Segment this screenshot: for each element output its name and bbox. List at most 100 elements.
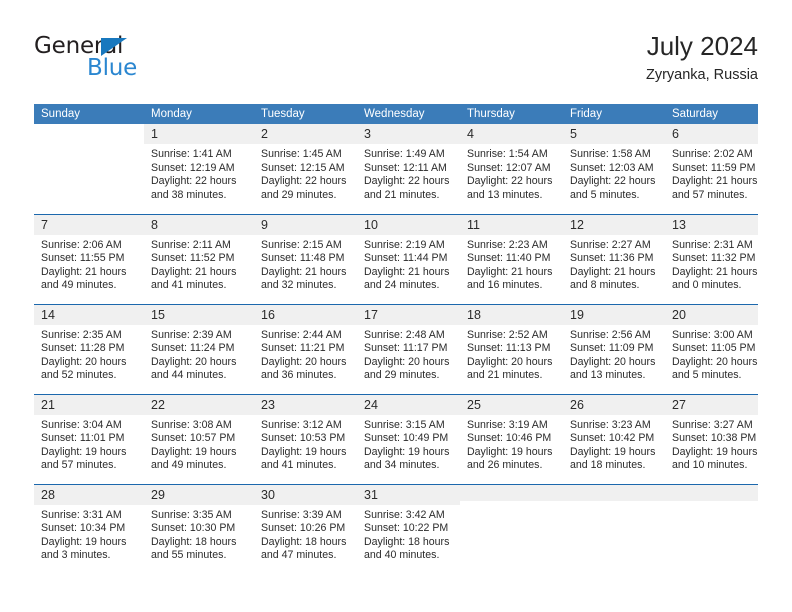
calendar-cell-day-10[interactable]: 10 Sunrise: 2:19 AM Sunset: 11:44 PM Daylig…	[357, 213, 460, 304]
day-number: 22	[144, 394, 254, 415]
day-details: Sunrise: 3:27 AM Sunset: 10:38 PM Daylight…	[665, 415, 758, 473]
sunrise-text: Sunrise: 1:41 AM	[151, 148, 232, 160]
sunrise-text: Sunrise: 3:08 AM	[151, 418, 232, 431]
calendar-cell-day-9[interactable]: 9 Sunrise: 2:15 AM Sunset: 11:48 PM Dayligh…	[254, 213, 357, 304]
calendar-body: 1 Sunrise: 1:41 AM Sunset: 12:19 AM Dayligh…	[34, 124, 758, 574]
calendar-cell-day-31[interactable]: 31 Sunrise: 3:42 AM Sunset: 10:22 PM Daylig…	[357, 483, 460, 574]
daylight-text-line2: and 10 minutes.	[672, 459, 748, 472]
calendar-table: Sunday Monday Tuesday Wednesday Thursday…	[34, 104, 758, 574]
day-number: 13	[665, 214, 758, 235]
day-details: Sunrise: 3:19 AM Sunset: 10:46 PM Daylight…	[460, 415, 563, 473]
calendar-cell-day-15[interactable]: 15 Sunrise: 2:39 AM Sunset: 11:24 PM Daylig…	[144, 303, 254, 394]
day-details: Sunrise: 2:15 AM Sunset: 11:48 PM Daylight…	[254, 235, 357, 293]
calendar-cell-day-17[interactable]: 17 Sunrise: 2:48 AM Sunset: 11:17 PM Daylig…	[357, 303, 460, 394]
sunrise-text: Sunrise: 3:04 AM	[41, 418, 122, 431]
day-details: Sunrise: 1:45 AM Sunset: 12:15 AM Daylight…	[254, 144, 357, 202]
calendar-cell-day-28[interactable]: 28 Sunrise: 3:31 AM Sunset: 10:34 PM Daylig…	[34, 483, 144, 574]
daylight-text-line2: and 5 minutes.	[672, 369, 742, 382]
sunrise-text: Sunrise: 3:35 AM	[151, 508, 232, 521]
calendar-cell-day-6[interactable]: 6 Sunrise: 2:02 AM Sunset: 11:59 PM Dayligh…	[665, 124, 758, 214]
calendar-week-row: 21 Sunrise: 3:04 AM Sunset: 11:01 PM Daylig…	[34, 393, 758, 484]
sunset-text: Sunset: 11:05 PM	[672, 342, 756, 355]
daylight-text-line2: and 38 minutes.	[151, 188, 227, 201]
calendar-cell-day-18[interactable]: 18 Sunrise: 2:52 AM Sunset: 11:13 PM Daylig…	[460, 303, 563, 394]
daylight-text-line2: and 21 minutes.	[364, 188, 440, 201]
calendar-cell-day-20[interactable]: 20 Sunrise: 3:00 AM Sunset: 11:05 PM Daylig…	[665, 303, 758, 394]
calendar-cell-empty	[563, 483, 665, 574]
day-number: 4	[460, 124, 563, 144]
day-details: Sunrise: 2:11 AM Sunset: 11:52 PM Daylight…	[144, 235, 254, 293]
day-details: Sunrise: 2:44 AM Sunset: 11:21 PM Daylight…	[254, 325, 357, 383]
daylight-text-line2: and 13 minutes.	[467, 188, 543, 201]
daylight-text-line2: and 36 minutes.	[261, 369, 337, 382]
calendar-cell-day-11[interactable]: 11 Sunrise: 2:23 AM Sunset: 11:40 PM Daylig…	[460, 213, 563, 304]
daylight-text-line2: and 18 minutes.	[570, 459, 646, 472]
day-details: Sunrise: 3:08 AM Sunset: 10:57 PM Daylight…	[144, 415, 254, 473]
calendar-cell-day-23[interactable]: 23 Sunrise: 3:12 AM Sunset: 10:53 PM Daylig…	[254, 393, 357, 484]
calendar-cell-day-12[interactable]: 12 Sunrise: 2:27 AM Sunset: 11:36 PM Daylig…	[563, 213, 665, 304]
daylight-text-line2: and 44 minutes.	[151, 369, 227, 382]
daylight-text-line1: Daylight: 19 hours	[467, 445, 553, 458]
weekday-header-wednesday: Wednesday	[357, 104, 460, 124]
day-details: Sunrise: 3:23 AM Sunset: 10:42 PM Daylight…	[563, 415, 665, 473]
sunset-text: Sunset: 11:24 PM	[151, 342, 235, 355]
daylight-text-line2: and 21 minutes.	[467, 369, 543, 382]
daylight-text-line1: Daylight: 18 hours	[261, 535, 347, 548]
calendar-cell-day-30[interactable]: 30 Sunrise: 3:39 AM Sunset: 10:26 PM Daylig…	[254, 483, 357, 574]
daylight-text-line1: Daylight: 22 hours	[467, 175, 553, 188]
calendar-cell-day-1[interactable]: 1 Sunrise: 1:41 AM Sunset: 12:19 AM Dayligh…	[144, 124, 254, 214]
daylight-text-line1: Daylight: 22 hours	[570, 175, 656, 188]
day-number: 6	[665, 124, 758, 144]
calendar-cell-day-5[interactable]: 5 Sunrise: 1:58 AM Sunset: 12:03 AM Dayligh…	[563, 124, 665, 214]
sunrise-text: Sunrise: 1:54 AM	[467, 148, 548, 160]
sunset-text: Sunset: 11:17 PM	[364, 342, 448, 355]
sunrise-text: Sunrise: 2:39 AM	[151, 328, 232, 341]
calendar-cell-day-25[interactable]: 25 Sunrise: 3:19 AM Sunset: 10:46 PM Daylig…	[460, 393, 563, 484]
calendar-cell-day-24[interactable]: 24 Sunrise: 3:15 AM Sunset: 10:49 PM Daylig…	[357, 393, 460, 484]
daylight-text-line1: Daylight: 21 hours	[41, 265, 127, 278]
day-details: Sunrise: 3:31 AM Sunset: 10:34 PM Daylight…	[34, 505, 144, 563]
page-header: General Blue July 2024 Zyryanka, Russia	[34, 30, 758, 94]
daylight-text-line2: and 16 minutes.	[467, 279, 543, 292]
logo-triangle-icon	[101, 38, 127, 56]
calendar-cell-day-13[interactable]: 13 Sunrise: 2:31 AM Sunset: 11:32 PM Daylig…	[665, 213, 758, 304]
daylight-text-line1: Daylight: 22 hours	[151, 175, 237, 188]
daylight-text-line2: and 32 minutes.	[261, 279, 337, 292]
calendar-cell-day-22[interactable]: 22 Sunrise: 3:08 AM Sunset: 10:57 PM Daylig…	[144, 393, 254, 484]
calendar-cell-day-3[interactable]: 3 Sunrise: 1:49 AM Sunset: 12:11 AM Dayligh…	[357, 124, 460, 214]
day-number	[34, 124, 144, 140]
day-number: 28	[34, 484, 144, 505]
daylight-text-line2: and 34 minutes.	[364, 459, 440, 472]
calendar-cell-day-2[interactable]: 2 Sunrise: 1:45 AM Sunset: 12:15 AM Dayligh…	[254, 124, 357, 214]
daylight-text-line2: and 24 minutes.	[364, 279, 440, 292]
day-number: 29	[144, 484, 254, 505]
weekday-header-row: Sunday Monday Tuesday Wednesday Thursday…	[34, 104, 758, 124]
calendar-cell-day-7[interactable]: 7 Sunrise: 2:06 AM Sunset: 11:55 PM Dayligh…	[34, 213, 144, 304]
day-details: Sunrise: 2:52 AM Sunset: 11:13 PM Daylight…	[460, 325, 563, 383]
daylight-text-line1: Daylight: 21 hours	[570, 265, 656, 278]
sunset-text: Sunset: 12:11 AM	[364, 161, 447, 174]
day-details: Sunrise: 1:49 AM Sunset: 12:11 AM Daylight…	[357, 144, 460, 202]
day-details: Sunrise: 3:00 AM Sunset: 11:05 PM Daylight…	[665, 325, 758, 383]
day-number: 26	[563, 394, 665, 415]
calendar-cell-day-27[interactable]: 27 Sunrise: 3:27 AM Sunset: 10:38 PM Daylig…	[665, 393, 758, 484]
calendar-cell-day-8[interactable]: 8 Sunrise: 2:11 AM Sunset: 11:52 PM Dayligh…	[144, 213, 254, 304]
calendar-cell-day-16[interactable]: 16 Sunrise: 2:44 AM Sunset: 11:21 PM Daylig…	[254, 303, 357, 394]
calendar-cell-day-19[interactable]: 19 Sunrise: 2:56 AM Sunset: 11:09 PM Daylig…	[563, 303, 665, 394]
sunset-text: Sunset: 12:07 AM	[467, 161, 551, 174]
day-number: 16	[254, 304, 357, 325]
calendar-cell-day-14[interactable]: 14 Sunrise: 2:35 AM Sunset: 11:28 PM Daylig…	[34, 303, 144, 394]
day-number: 15	[144, 304, 254, 325]
day-details: Sunrise: 2:48 AM Sunset: 11:17 PM Daylight…	[357, 325, 460, 383]
calendar-cell-day-4[interactable]: 4 Sunrise: 1:54 AM Sunset: 12:07 AM Dayligh…	[460, 124, 563, 214]
daylight-text-line1: Daylight: 22 hours	[364, 175, 450, 188]
calendar-cell-day-21[interactable]: 21 Sunrise: 3:04 AM Sunset: 11:01 PM Daylig…	[34, 393, 144, 484]
calendar-cell-day-26[interactable]: 26 Sunrise: 3:23 AM Sunset: 10:42 PM Daylig…	[563, 393, 665, 484]
day-number: 23	[254, 394, 357, 415]
daylight-text-line1: Daylight: 21 hours	[672, 175, 758, 188]
day-details: Sunrise: 2:39 AM Sunset: 11:24 PM Daylight…	[144, 325, 254, 383]
daylight-text-line2: and 57 minutes.	[41, 459, 117, 472]
calendar-cell-day-29[interactable]: 29 Sunrise: 3:35 AM Sunset: 10:30 PM Daylig…	[144, 483, 254, 574]
calendar-week-row: 28 Sunrise: 3:31 AM Sunset: 10:34 PM Daylig…	[34, 483, 758, 574]
day-number: 9	[254, 214, 357, 235]
